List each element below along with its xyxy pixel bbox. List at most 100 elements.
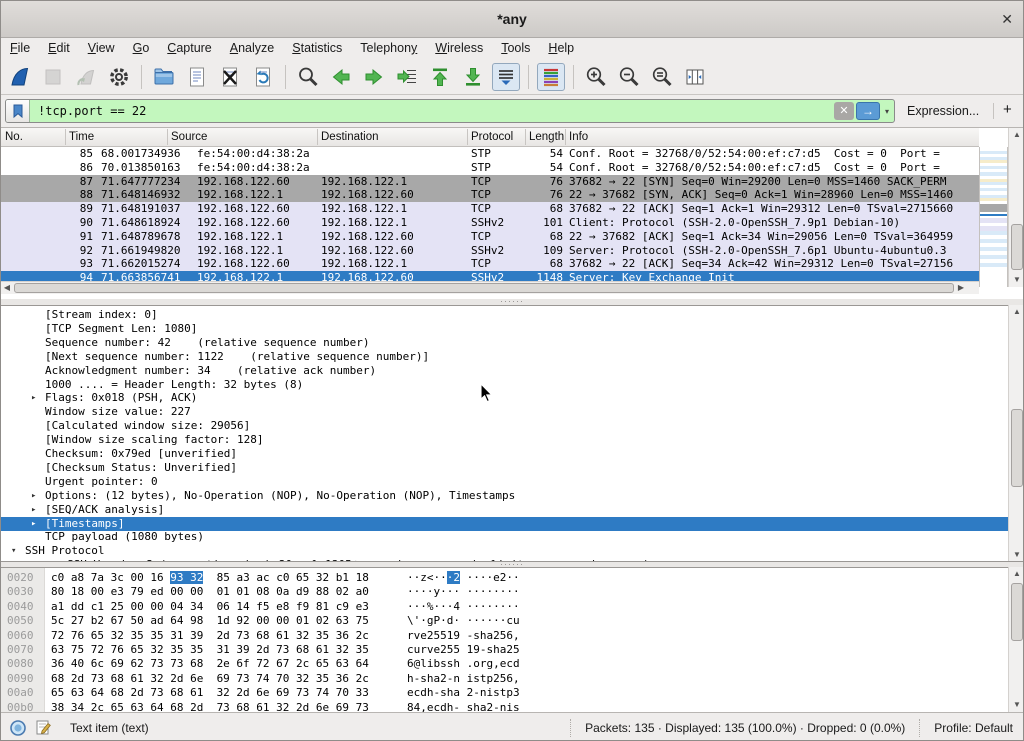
hex-ascii[interactable]: curve255 19-sha25 [407, 643, 520, 657]
column-header-length[interactable]: Length [529, 128, 564, 146]
column-header-no[interactable]: No. [5, 128, 23, 146]
hex-row-0050[interactable]: 00505c 27 b2 67 50 ad 64 98 1d 92 00 00 … [1, 614, 1008, 628]
find-packet-button[interactable] [294, 63, 322, 91]
scroll-left-icon[interactable]: ◀ [1, 282, 13, 294]
expander-icon[interactable]: ▸ [31, 391, 36, 405]
bytes-vscrollbar[interactable]: ▲ ▼ [1008, 567, 1024, 712]
packet-row-91[interactable]: 9171.648789678192.168.122.1192.168.122.6… [1, 230, 979, 244]
go-to-packet-button[interactable] [393, 63, 421, 91]
scroll-down-icon[interactable]: ▼ [1009, 548, 1024, 562]
packet-row-90[interactable]: 9071.648618924192.168.122.60192.168.122.… [1, 216, 979, 230]
detail-line[interactable]: Checksum: 0x79ed [unverified] [1, 447, 1008, 461]
hex-bytes[interactable]: 68 2d 73 68 61 32 2d 6e 69 73 74 70 32 3… [51, 672, 369, 686]
column-separator[interactable] [565, 129, 566, 145]
expression-button[interactable]: Expression... [907, 95, 979, 127]
auto-scroll-button[interactable] [492, 63, 520, 91]
expander-icon[interactable]: ▸ [31, 517, 36, 531]
hex-row-0070[interactable]: 007063 75 72 76 65 32 35 35 31 39 2d 73 … [1, 643, 1008, 657]
scrollbar-thumb[interactable] [14, 283, 954, 293]
menu-telephony[interactable]: Telephony [351, 38, 426, 59]
hex-row-0080[interactable]: 008036 40 6c 69 62 73 73 68 2e 6f 72 67 … [1, 657, 1008, 671]
hex-ascii[interactable]: ··z<···2 ····e2·· [407, 571, 520, 585]
expander-icon[interactable]: ▸ [31, 489, 36, 503]
expander-icon[interactable]: ▾ [11, 544, 16, 558]
column-separator[interactable] [467, 129, 468, 145]
start-capture-button[interactable] [6, 63, 34, 91]
hex-ascii[interactable]: h-sha2-n istp256, [407, 672, 520, 686]
display-filter-input[interactable]: !tcp.port == 22 [30, 104, 834, 118]
hex-ascii[interactable]: 84,ecdh- sha2-nis [407, 701, 520, 712]
detail-line[interactable]: 1000 .... = Header Length: 32 bytes (8) [1, 378, 1008, 392]
details-vscrollbar[interactable]: ▲ ▼ [1008, 305, 1024, 562]
column-header-info[interactable]: Info [569, 128, 588, 146]
zoom-100-button[interactable] [648, 63, 676, 91]
detail-line[interactable]: ▾SSH Protocol [1, 544, 1008, 558]
hex-bytes[interactable]: 80 18 00 e3 79 ed 00 00 01 01 08 0a d9 8… [51, 585, 369, 599]
column-separator[interactable] [525, 129, 526, 145]
scroll-down-icon[interactable]: ▼ [1009, 273, 1024, 287]
go-first-button[interactable] [426, 63, 454, 91]
detail-line[interactable]: [TCP Segment Len: 1080] [1, 322, 1008, 336]
expert-info-icon[interactable] [9, 719, 27, 737]
menu-analyze[interactable]: Analyze [221, 38, 283, 59]
filter-apply-button[interactable]: → [856, 102, 880, 120]
colorize-button[interactable] [537, 63, 565, 91]
hex-ascii[interactable]: ···%···4 ········ [407, 600, 520, 614]
menu-file[interactable]: File [1, 38, 39, 59]
reload-file-button[interactable] [249, 63, 277, 91]
detail-line[interactable]: Sequence number: 42 (relative sequence n… [1, 336, 1008, 350]
column-separator[interactable] [65, 129, 66, 145]
filter-history-dropdown[interactable]: ▾ [880, 107, 894, 116]
menu-help[interactable]: Help [539, 38, 583, 59]
hex-bytes[interactable]: 72 76 65 32 35 35 31 39 2d 73 68 61 32 3… [51, 629, 369, 643]
profile-label[interactable]: Profile: Default [919, 719, 1023, 737]
packet-list-hscrollbar[interactable]: ◀ ▶ [1, 281, 979, 294]
menu-capture[interactable]: Capture [158, 38, 220, 59]
hex-row-0090[interactable]: 009068 2d 73 68 61 32 2d 6e 69 73 74 70 … [1, 672, 1008, 686]
menu-view[interactable]: View [79, 38, 124, 59]
hex-ascii[interactable]: rve25519 -sha256, [407, 629, 520, 643]
packet-row-85[interactable]: 8568.001734936fe:54:00:d4:38:2aSTP54Conf… [1, 147, 979, 161]
zoom-out-button[interactable] [615, 63, 643, 91]
close-button[interactable]: ✕ [1001, 1, 1013, 38]
scroll-up-icon[interactable]: ▲ [1009, 305, 1024, 319]
hex-row-00b0[interactable]: 00b038 34 2c 65 63 64 68 2d 73 68 61 32 … [1, 701, 1008, 712]
detail-line[interactable]: [Next sequence number: 1122 (relative se… [1, 350, 1008, 364]
column-header-protocol[interactable]: Protocol [471, 128, 513, 146]
packet-row-89[interactable]: 8971.648191037192.168.122.60192.168.122.… [1, 202, 979, 216]
detail-line[interactable]: [Window size scaling factor: 128] [1, 433, 1008, 447]
menu-edit[interactable]: Edit [39, 38, 79, 59]
detail-line[interactable]: TCP payload (1080 bytes) [1, 530, 1008, 544]
resize-columns-button[interactable] [681, 63, 709, 91]
display-filter-field[interactable]: !tcp.port == 22 ✕ → ▾ [5, 99, 895, 123]
column-header-destination[interactable]: Destination [321, 128, 379, 146]
scrollbar-thumb[interactable] [1011, 409, 1023, 487]
scrollbar-thumb[interactable] [1011, 583, 1023, 641]
hex-bytes[interactable]: c0 a8 7a 3c 00 16 93 32 85 a3 ac c0 65 3… [51, 571, 369, 585]
go-forward-button[interactable] [360, 63, 388, 91]
detail-line[interactable]: [Calculated window size: 29056] [1, 419, 1008, 433]
capture-options-button[interactable] [105, 63, 133, 91]
detail-line[interactable]: ▸Options: (12 bytes), No-Operation (NOP)… [1, 489, 1008, 503]
hex-ascii[interactable]: ecdh-sha 2-nistp3 [407, 686, 520, 700]
packet-row-86[interactable]: 8670.013850163fe:54:00:d4:38:2aSTP54Conf… [1, 161, 979, 175]
column-header-source[interactable]: Source [171, 128, 207, 146]
hex-row-0020[interactable]: 0020c0 a8 7a 3c 00 16 93 32 85 a3 ac c0 … [1, 571, 1008, 585]
column-separator[interactable] [317, 129, 318, 145]
packet-list-header[interactable]: No. Time Source Destination Protocol Length In… [1, 128, 979, 147]
hex-bytes[interactable]: 63 75 72 76 65 32 35 35 31 39 2d 73 68 6… [51, 643, 369, 657]
hex-bytes[interactable]: 38 34 2c 65 63 64 68 2d 73 68 61 32 2d 6… [51, 701, 369, 712]
go-last-button[interactable] [459, 63, 487, 91]
hex-bytes[interactable]: 65 63 64 68 2d 73 68 61 32 2d 6e 69 73 7… [51, 686, 369, 700]
detail-line[interactable]: [Stream index: 0] [1, 308, 1008, 322]
detail-line[interactable]: Acknowledgment number: 34 (relative ack … [1, 364, 1008, 378]
hex-row-0060[interactable]: 006072 76 65 32 35 35 31 39 2d 73 68 61 … [1, 629, 1008, 643]
hex-ascii[interactable]: 6@libssh .org,ecd [407, 657, 520, 671]
scroll-up-icon[interactable]: ▲ [1009, 567, 1024, 581]
column-header-time[interactable]: Time [69, 128, 94, 146]
packet-row-87[interactable]: 8771.647777234192.168.122.60192.168.122.… [1, 175, 979, 189]
scroll-up-icon[interactable]: ▲ [1009, 128, 1024, 142]
zoom-in-button[interactable] [582, 63, 610, 91]
scroll-right-icon[interactable]: ▶ [955, 282, 967, 294]
packet-row-93[interactable]: 9371.662015274192.168.122.60192.168.122.… [1, 257, 979, 271]
